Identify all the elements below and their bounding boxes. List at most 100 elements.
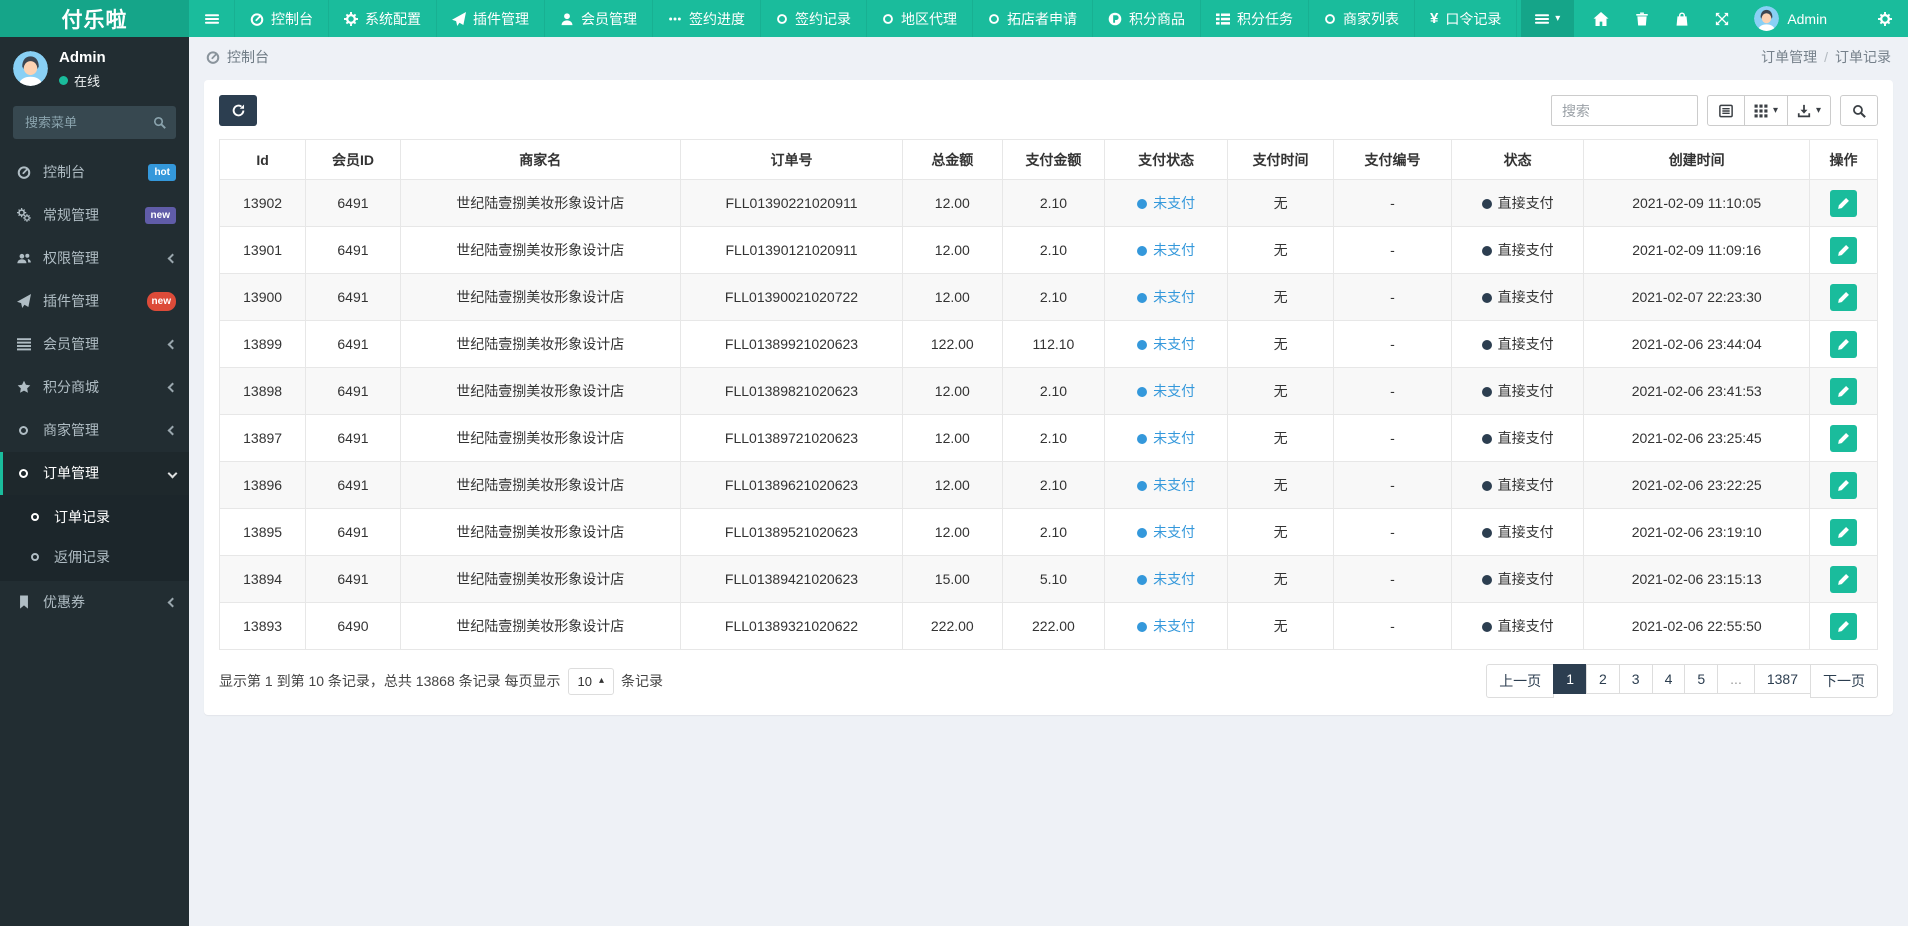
page-2-button[interactable]: 2 [1585, 664, 1620, 698]
page-size-select[interactable]: 10 ▴ [567, 667, 615, 695]
status-text: 直接支付 [1497, 336, 1554, 352]
page-link[interactable]: 1 [1553, 664, 1587, 694]
fullscreen-button[interactable] [1702, 0, 1742, 37]
sidebar-item-orders[interactable]: 订单管理 [0, 451, 189, 495]
top-menu-password-records[interactable]: ¥ 口令记录 [1414, 0, 1518, 37]
refresh-button[interactable] [219, 95, 257, 126]
sidebar-toggle-button[interactable] [189, 0, 234, 37]
top-menu: 控制台 系统配置 插件管理 会员管理 签约进度 签约记录 地区代理 拓店者申请 … [234, 0, 1518, 37]
page-link[interactable]: 下一页 [1810, 664, 1878, 698]
top-menu-plugins[interactable]: 插件管理 [436, 0, 544, 37]
page-link[interactable]: 上一页 [1486, 664, 1555, 698]
users-icon [17, 251, 31, 265]
status-dot-icon [1481, 199, 1492, 209]
page-1387-button[interactable]: 1387 [1753, 664, 1811, 698]
cell-actions [1808, 414, 1879, 462]
pay-status-text: 未支付 [1153, 477, 1196, 493]
toggle-view-button[interactable] [1706, 95, 1745, 126]
cell-merchant: 世纪陆壹捌美妆形象设计店 [399, 320, 681, 368]
breadcrumb-parent[interactable]: 订单管理 [1761, 49, 1817, 65]
page-link[interactable]: 1387 [1753, 664, 1811, 694]
table-search-input[interactable] [1550, 95, 1698, 126]
page-4-button[interactable]: 4 [1651, 664, 1686, 698]
search-icon [1852, 104, 1866, 118]
edit-button[interactable] [1829, 330, 1857, 358]
top-menu-sign-records[interactable]: 签约记录 [760, 0, 866, 37]
edit-button[interactable] [1829, 471, 1857, 499]
pay-status-text: 未支付 [1153, 289, 1196, 305]
top-menu-points-goods[interactable]: 积分商品 [1092, 0, 1200, 37]
sidebar-item-plugins[interactable]: 插件管理 new [0, 280, 189, 323]
sidebar-item-general[interactable]: 常规管理 new [0, 194, 189, 237]
sidebar-item-members[interactable]: 会员管理 [0, 323, 189, 366]
page-1-button[interactable]: 1 [1553, 664, 1587, 698]
edit-button[interactable] [1829, 565, 1857, 593]
top-menu-region-agents[interactable]: 地区代理 [866, 0, 972, 37]
cell-member-id: 6491 [305, 555, 401, 603]
cell-pay-time: 无 [1227, 602, 1335, 650]
sidebar-item-merchants[interactable]: 商家管理 [0, 409, 189, 452]
sidebar-item-order-records[interactable]: 订单记录 [0, 497, 189, 537]
edit-button[interactable] [1829, 518, 1857, 546]
chevron-left-icon [167, 597, 178, 607]
clear-cache-button[interactable] [1622, 0, 1662, 37]
sidebar-item-points-mall[interactable]: 积分商城 [0, 366, 189, 409]
page-3-button[interactable]: 3 [1618, 664, 1653, 698]
unpaid-dot-icon [1137, 246, 1148, 256]
top-menu-shop-applications[interactable]: 拓店者申请 [972, 0, 1092, 37]
sidebar-item-coupons[interactable]: 优惠券 [0, 581, 189, 624]
top-menu-sign-progress[interactable]: 签约进度 [652, 0, 760, 37]
top-menu-points-tasks[interactable]: 积分任务 [1200, 0, 1308, 37]
sidebar-item-permissions[interactable]: 权限管理 [0, 237, 189, 280]
page-ellipsis: ... [1717, 664, 1755, 698]
edit-button[interactable] [1829, 424, 1857, 452]
home-button[interactable] [1580, 0, 1622, 37]
top-menu-dashboard[interactable]: 控制台 [234, 0, 328, 37]
status-dot-icon [1481, 434, 1492, 444]
settings-button[interactable] [1865, 0, 1908, 37]
export-dropdown-button[interactable]: ▾ [1786, 95, 1831, 126]
cell-actions [1808, 367, 1879, 415]
sidebar-item-rebate-records[interactable]: 返佣记录 [0, 537, 189, 577]
cell-pay-status: 未支付 [1104, 602, 1229, 650]
cell-pay-no: - [1333, 226, 1452, 274]
columns-dropdown-button[interactable]: ▾ [1743, 95, 1788, 126]
cell-paid: 2.10 [1001, 461, 1106, 509]
pay-status-text: 未支付 [1153, 383, 1196, 399]
cell-id: 13893 [218, 602, 307, 650]
shop-button[interactable] [1662, 0, 1702, 37]
edit-button[interactable] [1829, 236, 1857, 264]
cell-member-id: 6490 [305, 602, 401, 650]
navbar-right: ▾ Admin [1521, 0, 1908, 37]
nav-dropdown-toggle[interactable]: ▾ [1521, 0, 1575, 37]
pencil-icon [1837, 338, 1850, 351]
hamburger-icon [1535, 12, 1549, 26]
edit-button[interactable] [1829, 377, 1857, 405]
cell-created: 2021-02-06 23:19:10 [1583, 508, 1810, 556]
sidebar-search-input[interactable] [23, 113, 145, 131]
prev-page-button[interactable]: 上一页 [1486, 664, 1555, 698]
cell-paid: 2.10 [1001, 226, 1106, 274]
top-menu-members[interactable]: 会员管理 [544, 0, 652, 37]
search-button[interactable] [1840, 95, 1878, 126]
table-toolbar: ▾ ▾ [219, 95, 1878, 126]
bookmark-icon [17, 595, 31, 609]
top-menu-system-config[interactable]: 系统配置 [328, 0, 436, 37]
page-link[interactable]: 3 [1618, 664, 1653, 694]
page-link[interactable]: 2 [1585, 664, 1620, 694]
edit-button[interactable] [1829, 612, 1857, 640]
sidebar-item-dashboard[interactable]: 控制台 hot [0, 151, 189, 194]
cell-id: 13898 [218, 367, 307, 415]
top-menu-merchant-list[interactable]: 商家列表 [1308, 0, 1414, 37]
chevron-down-icon [167, 468, 178, 478]
page-5-button[interactable]: 5 [1684, 664, 1719, 698]
cell-member-id: 6491 [305, 273, 401, 321]
user-menu[interactable]: Admin [1742, 0, 1839, 37]
cell-created: 2021-02-06 22:55:50 [1583, 602, 1810, 650]
cell-actions [1808, 508, 1879, 556]
next-page-button[interactable]: 下一页 [1810, 664, 1878, 698]
page-link[interactable]: 4 [1651, 664, 1686, 694]
page-link[interactable]: 5 [1684, 664, 1719, 694]
edit-button[interactable] [1829, 283, 1857, 311]
edit-button[interactable] [1829, 189, 1857, 217]
